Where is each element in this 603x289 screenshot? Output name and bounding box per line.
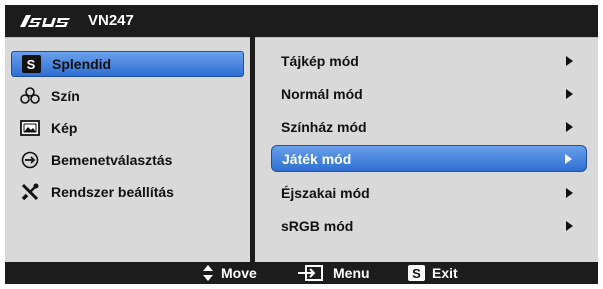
- sub-menu-panel: Tájkép mód Normál mód Színház mód Játék …: [255, 37, 598, 262]
- menu-item-label: Kép: [51, 120, 78, 136]
- submenu-item-label: Normál mód: [281, 85, 363, 102]
- menu-item-splendid[interactable]: S Splendid: [11, 51, 244, 77]
- chevron-right-icon: [566, 88, 573, 99]
- menu-item-szin[interactable]: Szín: [11, 83, 244, 109]
- asus-logo: [18, 11, 74, 31]
- chevron-right-icon: [566, 121, 573, 132]
- submenu-item-szinhaz-mod[interactable]: Színház mód: [271, 113, 587, 140]
- chevron-right-icon: [566, 220, 573, 231]
- menu-hint: Menu: [296, 262, 370, 284]
- model-name: VN247: [88, 12, 134, 29]
- move-hint: Move: [202, 262, 257, 284]
- submenu-item-tajkep-mod[interactable]: Tájkép mód: [271, 47, 587, 74]
- title-bar: VN247: [5, 5, 598, 37]
- color-circles-icon: [19, 86, 41, 106]
- chevron-right-icon: [566, 187, 573, 198]
- menu-item-label: Szín: [51, 88, 80, 104]
- menu-item-label: Rendszer beállítás: [51, 184, 174, 200]
- exit-hint: S Exit: [408, 262, 458, 284]
- submenu-item-label: Tájkép mód: [281, 52, 359, 69]
- submenu-item-label: Színház mód: [281, 118, 367, 135]
- chevron-right-icon: [565, 153, 572, 164]
- main-menu-panel: S Splendid Szín Kép Bemenetválasztás Ren…: [5, 37, 250, 262]
- submenu-item-label: sRGB mód: [281, 217, 354, 234]
- menu-item-kep[interactable]: Kép: [11, 115, 244, 141]
- splendid-key-icon: S: [408, 265, 425, 281]
- up-down-arrows-icon: [202, 264, 214, 282]
- submenu-item-jatek-mod[interactable]: Játék mód: [271, 145, 587, 172]
- submenu-item-label: Játék mód: [282, 150, 352, 167]
- submenu-item-srgb-mod[interactable]: sRGB mód: [271, 212, 587, 239]
- footer-bar: Move Menu S Exit: [5, 262, 598, 284]
- menu-item-bemenetvalasztas[interactable]: Bemenetválasztás: [11, 147, 244, 173]
- asus-logo-mark: [20, 15, 70, 27]
- enter-key-icon: [296, 264, 326, 282]
- osd-window: VN247 S Splendid Szín Kép Bemenetválaszt…: [5, 5, 598, 284]
- submenu-item-normal-mod[interactable]: Normál mód: [271, 80, 587, 107]
- menu-label: Menu: [333, 265, 370, 281]
- picture-icon: [19, 118, 41, 138]
- chevron-right-icon: [566, 55, 573, 66]
- menu-item-label: Bemenetválasztás: [51, 152, 173, 168]
- submenu-item-label: Éjszakai mód: [281, 184, 370, 201]
- menu-item-rendszer-beallitas[interactable]: Rendszer beállítás: [11, 179, 244, 205]
- exit-label: Exit: [432, 265, 458, 281]
- submenu-item-ejszakai-mod[interactable]: Éjszakai mód: [271, 179, 587, 206]
- splendid-s-icon: S: [20, 54, 42, 74]
- move-label: Move: [221, 265, 257, 281]
- tools-icon: [19, 182, 41, 202]
- input-select-icon: [19, 150, 41, 170]
- menu-item-label: Splendid: [52, 56, 112, 72]
